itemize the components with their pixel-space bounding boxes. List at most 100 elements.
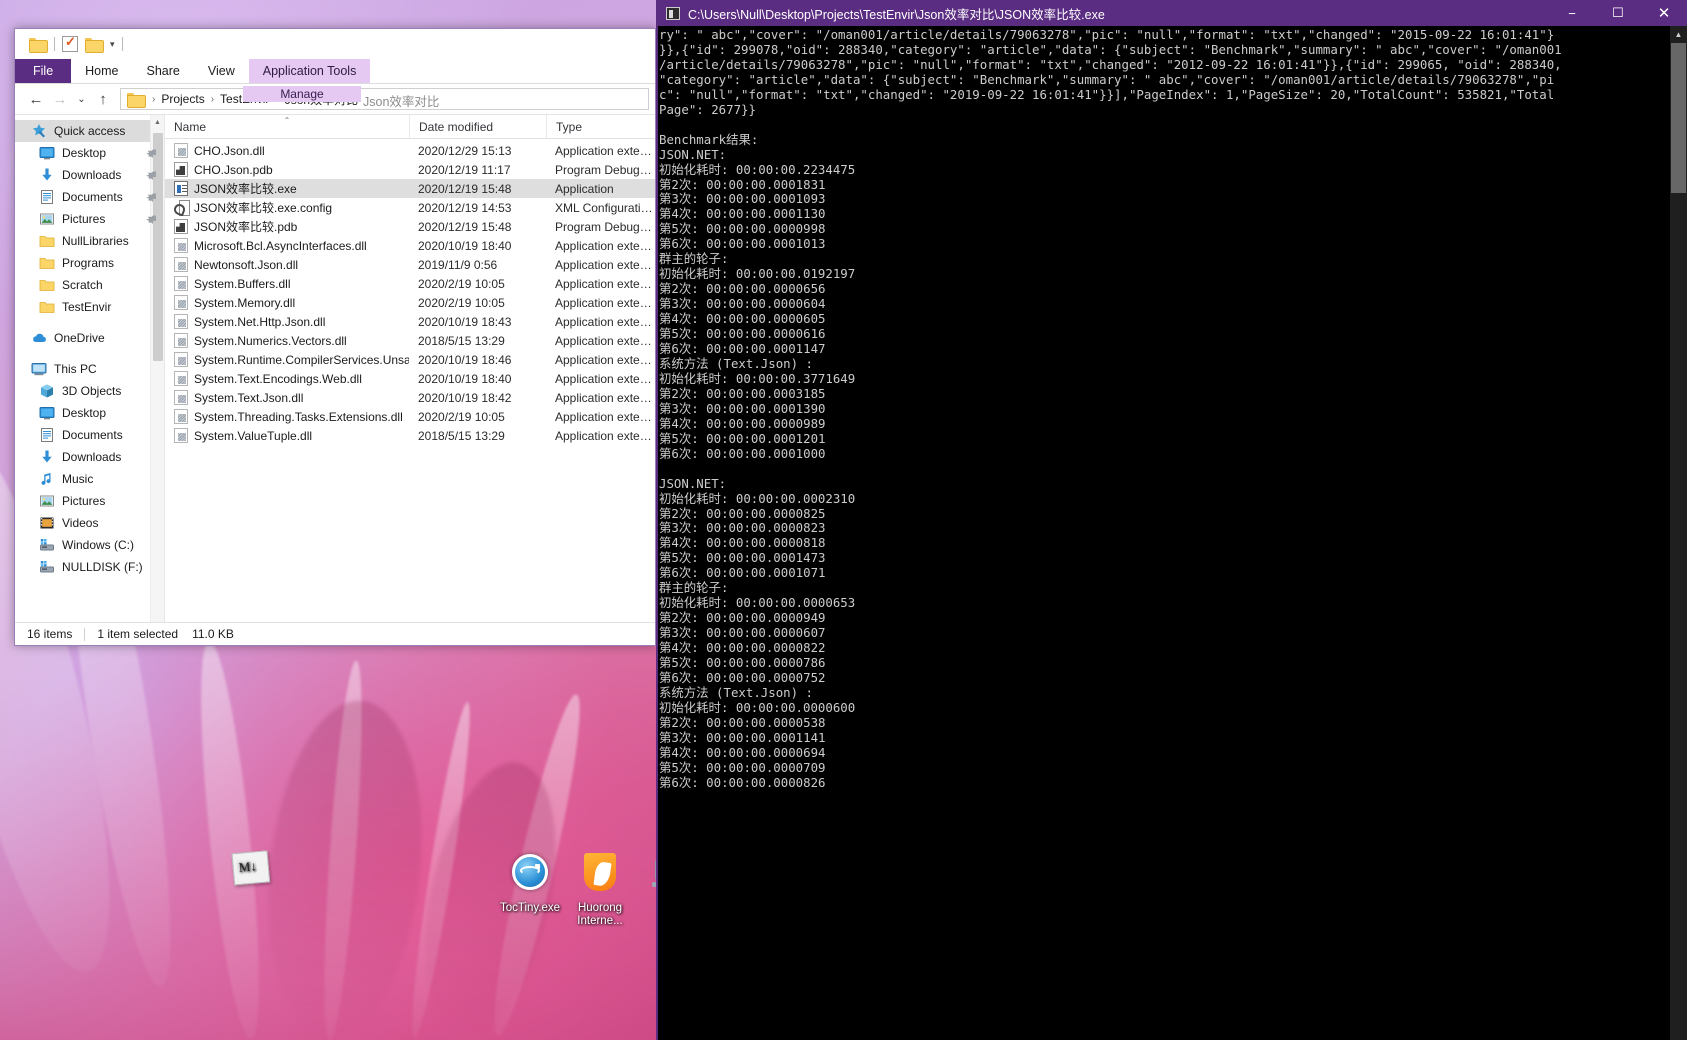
table-row[interactable]: JSON效率比较.exe 2020/12/19 15:48 Application [165, 179, 655, 198]
file-date-modified: 2020/10/19 18:40 [418, 238, 512, 253]
properties-icon[interactable] [62, 34, 78, 52]
chevron-down-icon[interactable]: ⌄ [73, 88, 90, 110]
nav-scroll-thumb[interactable] [153, 133, 163, 361]
column-header-name[interactable]: ⌃ Name [165, 115, 409, 138]
arrow-right-icon[interactable]: → [49, 88, 71, 110]
file-list-pane[interactable]: ⌃ Name Date modified Type CHO.Json.dll 20… [165, 115, 655, 622]
console-body[interactable]: ry": " abc","cover": "/oman001/article/d… [656, 26, 1687, 1040]
table-row[interactable]: System.Memory.dll 2020/2/19 10:05 Applicat… [165, 293, 655, 312]
music-icon [39, 471, 55, 487]
table-row[interactable]: CHO.Json.dll 2020/12/29 15:13 Application … [165, 141, 655, 160]
tab-home[interactable]: Home [71, 59, 132, 83]
file-name-cell[interactable]: System.Threading.Tasks.Extensions.dll [165, 409, 409, 424]
desktop-icon [39, 405, 55, 421]
file-name-cell[interactable]: CHO.Json.dll [165, 143, 409, 158]
arrow-up-icon[interactable]: ↑ [92, 88, 114, 110]
file-name-cell[interactable]: JSON效率比较.exe [165, 180, 409, 197]
console-title-bar[interactable]: C:\Users\Null\Desktop\Projects\TestEnvir… [656, 0, 1687, 26]
minimize-button[interactable]: − [1549, 0, 1595, 26]
ribbon-tab-strip[interactable]: File Home Share View Application Tools [15, 59, 655, 84]
file-name-cell[interactable]: Newtonsoft.Json.dll [165, 257, 409, 272]
file-rows[interactable]: CHO.Json.dll 2020/12/29 15:13 Application … [165, 139, 655, 622]
file-name-cell[interactable]: System.Memory.dll [165, 295, 409, 310]
arrow-left-icon[interactable]: ← [25, 88, 47, 110]
tab-file[interactable]: File [15, 59, 72, 83]
desktop-icon-markdown-note[interactable]: M↓ [210, 846, 288, 898]
quick-access-toolbar[interactable]: ▾ [15, 29, 655, 59]
scroll-up-arrow-icon[interactable]: ▲ [1670, 26, 1687, 43]
column-header-date-modified[interactable]: Date modified [409, 115, 546, 138]
desktop-icon-toctiny[interactable]: TocTiny.exe [491, 850, 569, 915]
console-scrollbar[interactable]: ▲ [1670, 26, 1687, 1040]
maximize-button[interactable]: ☐ [1595, 0, 1641, 26]
breadcrumb-projects[interactable]: Projects [159, 92, 206, 106]
file-name-cell[interactable]: JSON效率比较.exe.config [165, 199, 409, 216]
column-headers[interactable]: ⌃ Name Date modified Type [165, 115, 655, 139]
navigation-pane[interactable]: ▲ Quick access Desktop Downloads Documents P… [15, 115, 165, 622]
file-date-modified: 2020/2/19 10:05 [418, 276, 505, 291]
sidebar-item-programs[interactable]: Programs [15, 252, 164, 274]
sidebar-item-downloads[interactable]: Downloads [15, 446, 164, 468]
sidebar-item-videos[interactable]: Videos [15, 512, 164, 534]
file-name-cell[interactable]: System.Runtime.CompilerServices.Unsaf... [165, 352, 409, 367]
sidebar-item-desktop[interactable]: Desktop [15, 402, 164, 424]
sidebar-item-testenvir[interactable]: TestEnvir [15, 296, 164, 318]
file-name-cell[interactable]: System.ValueTuple.dll [165, 428, 409, 443]
file-name-cell[interactable]: JSON效率比较.pdb [165, 218, 409, 235]
sidebar-item-label: Quick access [54, 124, 126, 138]
sidebar-item-quick-access[interactable]: Quick access [15, 120, 164, 142]
file-name-cell[interactable]: Microsoft.Bcl.AsyncInterfaces.dll [165, 238, 409, 253]
tab-view[interactable]: View [194, 59, 249, 83]
folder-icon[interactable] [29, 37, 48, 53]
file-name-cell[interactable]: System.Net.Http.Json.dll [165, 314, 409, 329]
table-row[interactable]: System.Threading.Tasks.Extensions.dll 202… [165, 407, 655, 426]
table-row[interactable]: System.Text.Encodings.Web.dll 2020/10/19 … [165, 369, 655, 388]
table-row[interactable]: System.Buffers.dll 2020/2/19 10:05 Applica… [165, 274, 655, 293]
table-row[interactable]: System.ValueTuple.dll 2018/5/15 13:29 Appl… [165, 426, 655, 445]
folder-icon [39, 255, 55, 271]
toctiny-icon [506, 850, 554, 898]
sidebar-item-this-pc[interactable]: This PC [15, 358, 164, 380]
sidebar-item-documents[interactable]: Documents [15, 186, 164, 208]
column-header-type[interactable]: Type [546, 115, 655, 138]
table-row[interactable]: JSON效率比较.exe.config 2020/12/19 14:53 XML C… [165, 198, 655, 217]
sidebar-item-documents[interactable]: Documents [15, 424, 164, 446]
window-controls[interactable]: − ☐ ✕ [1549, 0, 1687, 26]
table-row[interactable]: Microsoft.Bcl.AsyncInterfaces.dll 2020/10… [165, 236, 655, 255]
desktop-icon-huorong[interactable]: Huorong Interne... [561, 850, 639, 928]
sidebar-item-downloads[interactable]: Downloads [15, 164, 164, 186]
tab-share[interactable]: Share [133, 59, 194, 83]
file-name-cell[interactable]: System.Text.Json.dll [165, 390, 409, 405]
file-name-cell[interactable]: System.Buffers.dll [165, 276, 409, 291]
table-row[interactable]: JSON效率比较.pdb 2020/12/19 15:48 Program Debu… [165, 217, 655, 236]
table-row[interactable]: System.Net.Http.Json.dll 2020/10/19 18:43… [165, 312, 655, 331]
sidebar-item-nulldisk-f[interactable]: NULLDISK (F:) [15, 556, 164, 578]
sidebar-item-pictures[interactable]: Pictures [15, 208, 164, 230]
sidebar-item-music[interactable]: Music [15, 468, 164, 490]
sidebar-item-pictures[interactable]: Pictures [15, 490, 164, 512]
tab-application-tools[interactable]: Application Tools [248, 59, 371, 83]
scroll-up-arrow-icon[interactable]: ▲ [151, 115, 164, 129]
table-row[interactable]: System.Runtime.CompilerServices.Unsaf...… [165, 350, 655, 369]
file-name-cell[interactable]: CHO.Json.pdb [165, 162, 409, 177]
sidebar-item-nulllibraries[interactable]: NullLibraries [15, 230, 164, 252]
console-window[interactable]: C:\Users\Null\Desktop\Projects\TestEnvir… [656, 0, 1687, 1040]
close-button[interactable]: ✕ [1641, 0, 1687, 26]
sidebar-item-desktop[interactable]: Desktop [15, 142, 164, 164]
table-row[interactable]: Newtonsoft.Json.dll 2019/11/9 0:56 Applica… [165, 255, 655, 274]
sidebar-item-scratch[interactable]: Scratch [15, 274, 164, 296]
nav-group-spacer [15, 318, 164, 327]
sidebar-item-windows-c[interactable]: Windows (C:) [15, 534, 164, 556]
folder-icon[interactable] [85, 37, 104, 53]
console-scroll-thumb[interactable] [1671, 43, 1686, 193]
file-name-cell[interactable]: System.Numerics.Vectors.dll [165, 333, 409, 348]
breadcrumb-separator: › [152, 93, 156, 105]
table-row[interactable]: CHO.Json.pdb 2020/12/19 11:17 Program Debu… [165, 160, 655, 179]
sidebar-item-3d-objects[interactable]: 3D Objects [15, 380, 164, 402]
table-row[interactable]: System.Text.Json.dll 2020/10/19 18:42 Appl… [165, 388, 655, 407]
file-explorer-window[interactable]: ▾ Manage Json效率对比 File Home Share View A… [14, 28, 656, 646]
chevron-down-icon[interactable]: ▾ [110, 39, 115, 50]
file-name-cell[interactable]: System.Text.Encodings.Web.dll [165, 371, 409, 386]
sidebar-item-onedrive[interactable]: OneDrive [15, 327, 164, 349]
table-row[interactable]: System.Numerics.Vectors.dll 2018/5/15 13:… [165, 331, 655, 350]
